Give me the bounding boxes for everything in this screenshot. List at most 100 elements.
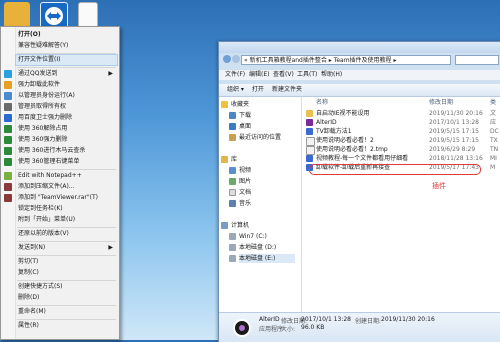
context-menu-item[interactable]: 复制(C) [16, 268, 117, 278]
details-size: 96.0 KB [301, 324, 325, 331]
nav-drive-e[interactable]: 本地磁盘 (E:) [229, 254, 295, 263]
file-icon [306, 119, 313, 126]
column-date[interactable]: 修改日期 [429, 99, 453, 107]
file-date: 2018/11/28 13:16 [429, 155, 483, 162]
context-menu-item[interactable]: 兼容性疑难解答(Y) [16, 41, 117, 51]
desktop-folder-icon[interactable] [4, 2, 30, 28]
menu-bar-item[interactable]: 工具(T) [297, 70, 317, 80]
file-row[interactable]: 视频教程-每一个文件都看用仔细看 2018/11/28 13:16 MI [302, 154, 500, 163]
context-menu-item[interactable]: 发送到(N) ▶ [16, 243, 117, 253]
context-menu-item[interactable]: 属性(R) [16, 321, 117, 331]
drive-icon [229, 233, 236, 240]
file-row[interactable]: 自启动IE视不能设用 2019/11/30 20:16 文 [302, 109, 500, 118]
menu-bar: 文件(F) 编辑(E) 查看(V) 工具(T) 帮助(H) [219, 70, 500, 80]
menu-bar-item[interactable]: 文件(F) [225, 70, 245, 80]
nav-item-desktop[interactable]: 桌面 [229, 122, 251, 131]
address-bar[interactable]: « 新机工具箱教程and插件整合 ▸ Team插件及使用教程 ▸ [241, 55, 451, 65]
toolbar-button[interactable]: 新建文件夹 [272, 84, 302, 96]
toolbar-button[interactable]: 组织 ▾ [227, 84, 244, 96]
context-menu-item-label: Edit with Notepad++ [18, 172, 82, 179]
back-button[interactable] [223, 55, 231, 63]
context-menu-item[interactable]: Edit with Notepad++ [16, 171, 117, 181]
context-menu-item[interactable]: 重命名(M) [16, 307, 117, 317]
file-type: M [490, 164, 496, 171]
library-icon [221, 156, 228, 163]
nav-item-pictures[interactable]: 图片 [229, 177, 251, 186]
column-type[interactable]: 类 [490, 99, 496, 107]
details-modified: 2017/10/1 13:28 [301, 316, 351, 323]
context-menu-item-label: 附到「开始」菜单(U) [18, 216, 76, 223]
annotation-box [309, 164, 481, 175]
menu-separator [17, 319, 116, 320]
file-type: DC [490, 128, 499, 135]
context-menu-item[interactable]: 添加到 "TeamViewer.rar"(T) [16, 193, 117, 203]
column-name[interactable]: 名称 [316, 99, 328, 107]
context-menu-item[interactable]: 添加到压缩文件(A)... [16, 182, 117, 192]
file-date: 2019/5/15 17:15 [429, 128, 479, 135]
file-name: AlterID [316, 119, 337, 126]
context-menu-item[interactable]: 打开(O) [16, 30, 117, 40]
submenu-arrow-icon: ▶ [108, 244, 113, 251]
file-list: 名称 修改日期 类 自启动IE视不能设用 2019/11/30 20:16 文 Alt… [302, 97, 500, 312]
file-row[interactable]: 使用说明必看必看！2 2019/5/15 17:15 TX [302, 136, 500, 146]
nav-computer[interactable]: 计算机 [221, 221, 249, 230]
context-menu-item-label: 删除(D) [18, 294, 40, 301]
menu-separator [17, 255, 116, 256]
file-row[interactable]: AlterID 2017/10/1 13:28 应 [302, 118, 500, 127]
details-size-label: 大小: [281, 326, 296, 333]
context-menu: 打开(O) 兼容性疑难解答(Y) 打开文件位置(I) 通过QQ发送到 ▶ 强力卸载此软件以… [0, 26, 120, 340]
context-menu-item[interactable]: 附到「开始」菜单(U) [16, 215, 117, 225]
context-menu-item-label: 锁定到任务栏(K) [18, 205, 63, 212]
context-menu-item[interactable]: 还原以前的版本(V) [16, 229, 117, 239]
menu-separator [17, 53, 116, 54]
context-menu-item[interactable]: 剪切(T) [16, 257, 117, 267]
nav-item-recent[interactable]: 最近访问的位置 [229, 133, 281, 142]
star-icon [221, 101, 228, 108]
nav-drive-c[interactable]: Win7 (C:) [229, 232, 267, 241]
menu-bar-item[interactable]: 查看(V) [273, 70, 294, 80]
nav-favorites[interactable]: 收藏夹 [221, 100, 249, 109]
file-row[interactable]: 使用说明必看必看！2.tmp 2019/6/29 8:29 TN [302, 145, 500, 155]
menu-item-icon [4, 125, 12, 133]
nav-drive-d[interactable]: 本地磁盘 (D:) [229, 243, 276, 252]
menu-bar-item[interactable]: 帮助(H) [321, 70, 342, 80]
file-date: 2019/6/29 8:29 [429, 146, 476, 153]
menu-item-icon [4, 92, 12, 100]
context-menu-item[interactable]: 通过QQ发送到 ▶ [16, 69, 117, 79]
context-menu-item[interactable]: 锁定到任务栏(K) [16, 204, 117, 214]
nav-libraries[interactable]: 库 [221, 155, 237, 164]
context-menu-item-label: 使用 360强力删除 [18, 136, 68, 143]
context-menu-item[interactable]: 使用 360进行木马云查杀 [16, 146, 117, 156]
menu-item-icon [4, 103, 12, 111]
nav-item-music[interactable]: 音乐 [229, 199, 251, 208]
context-menu-item-label: 属性(R) [18, 322, 39, 329]
search-input[interactable] [455, 55, 499, 65]
context-menu-item-label: 添加到压缩文件(A)... [18, 183, 75, 190]
menu-item-icon [4, 136, 12, 144]
context-menu-item[interactable]: 管理员取得所有权 [16, 102, 117, 112]
file-row[interactable]: TV卸载方法1 2019/5/15 17:15 DC [302, 127, 500, 136]
explorer-window: « 新机工具箱教程and插件整合 ▸ Team插件及使用教程 ▸ 文件(F) 编辑… [218, 41, 500, 342]
context-menu-item[interactable]: 以管理员身份运行(A) [16, 91, 117, 101]
context-menu-item-label: 用百度卫士强力删除 [18, 114, 73, 121]
context-menu-item[interactable]: 用百度卫士强力删除 [16, 113, 117, 123]
details-created: 2019/11/30 20:16 [381, 316, 435, 323]
context-menu-item[interactable]: 使用 360强力删除 [16, 135, 117, 145]
menu-separator [17, 67, 116, 68]
computer-icon [221, 222, 228, 229]
nav-item-downloads[interactable]: 下载 [229, 111, 251, 120]
context-menu-item[interactable]: 使用 360解除占用 [16, 124, 117, 134]
context-menu-item-label: 通过QQ发送到 [18, 70, 58, 77]
toolbar-button[interactable]: 打开 [252, 84, 264, 96]
context-menu-item[interactable]: 使用 360管理右键菜单 [16, 157, 117, 167]
context-menu-item[interactable]: 创建快捷方式(S) [16, 282, 117, 292]
menu-bar-item[interactable]: 编辑(E) [249, 70, 269, 80]
forward-button[interactable] [232, 55, 240, 63]
file-icon [306, 155, 313, 162]
context-menu-item[interactable]: 打开文件位置(I) [15, 54, 118, 66]
context-menu-item[interactable]: 删除(D) [16, 293, 117, 303]
context-menu-item[interactable]: 强力卸载此软件 [16, 80, 117, 90]
nav-item-videos[interactable]: 视频 [229, 166, 251, 175]
nav-item-documents[interactable]: 文档 [229, 188, 251, 197]
menu-separator [17, 241, 116, 242]
